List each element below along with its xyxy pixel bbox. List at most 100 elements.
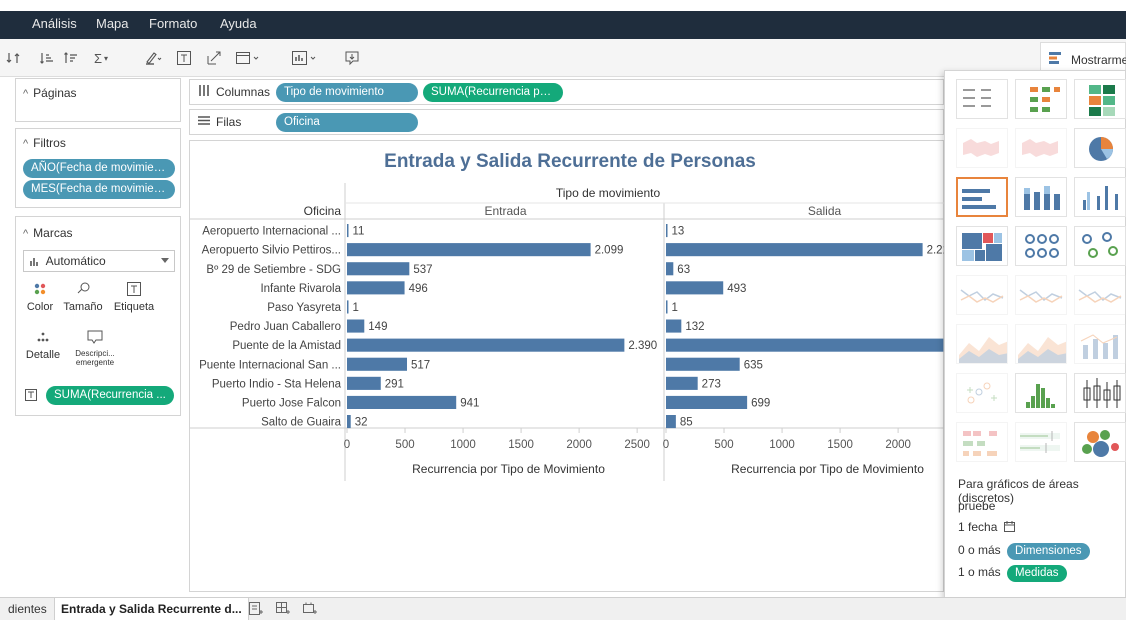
chart-type-scatter-plot[interactable] xyxy=(956,373,1008,413)
x-tick-label: 2500 xyxy=(624,439,650,451)
label-button[interactable]: Etiqueta xyxy=(112,279,156,323)
bar-entrada xyxy=(347,224,349,238)
x-tick-label: 2000 xyxy=(885,439,911,451)
chart-type-side-by-side-bars[interactable] xyxy=(1074,177,1126,217)
mark-type-label: Automático xyxy=(45,254,106,268)
bar-salida xyxy=(666,395,748,409)
filters-title[interactable]: Filtros xyxy=(23,136,66,150)
data-label: 11 xyxy=(353,226,365,238)
totals-button[interactable]: Σ ▾ xyxy=(86,47,116,69)
menu-mapa[interactable]: Mapa xyxy=(96,16,129,31)
chart-type-dual-line[interactable] xyxy=(1074,275,1126,315)
x-axis-title: Recurrencia por Tipo de Movimiento xyxy=(412,462,605,476)
swap-rows-columns-icon[interactable] xyxy=(4,47,22,69)
show-labels-icon[interactable] xyxy=(174,47,194,69)
share-icon[interactable] xyxy=(342,47,362,69)
tooltip-label: Descripci... emergente xyxy=(75,349,115,367)
data-label: 85 xyxy=(680,417,693,429)
bar-entrada xyxy=(347,376,381,390)
column-pill-movement-type[interactable]: Tipo de movimiento xyxy=(276,83,418,102)
chevron-down-icon xyxy=(161,258,169,263)
tooltip-icon xyxy=(74,327,116,347)
chart-type-pie-chart[interactable] xyxy=(1074,128,1126,168)
menu-formato[interactable]: Formato xyxy=(149,16,197,31)
chart-type-bullet-graph[interactable] xyxy=(1015,422,1067,462)
tab-active-sheet[interactable]: Entrada y Salida Recurrente d... xyxy=(54,598,249,620)
menu-analisis[interactable]: Análisis xyxy=(32,16,77,31)
tab-prev-sheet[interactable]: dientes xyxy=(8,602,47,616)
presentation-mode-button[interactable] xyxy=(288,47,322,69)
data-label: 13 xyxy=(672,226,685,238)
size-button[interactable]: Tamaño xyxy=(62,279,104,323)
marks-title[interactable]: Marcas xyxy=(23,226,72,240)
columns-icon xyxy=(198,85,210,99)
sort-ascending-icon[interactable] xyxy=(38,47,56,69)
menu-ayuda[interactable]: Ayuda xyxy=(220,16,257,31)
fix-axes-icon[interactable] xyxy=(204,47,224,69)
row-pill-office[interactable]: Oficina xyxy=(276,113,418,132)
sort-descending-icon[interactable] xyxy=(62,47,80,69)
series-header-salida: Salida xyxy=(808,204,842,218)
filter-pill-month[interactable]: MES(Fecha de movimien... xyxy=(23,180,175,199)
highlight-button[interactable] xyxy=(140,47,166,69)
chart-type-area-continuous[interactable] xyxy=(956,324,1009,364)
bar-salida xyxy=(666,338,944,352)
chart-type-filled-map[interactable] xyxy=(1015,128,1067,168)
data-label: 32 xyxy=(355,417,368,429)
chart-type-symbol-map[interactable] xyxy=(956,128,1008,168)
new-story-icon[interactable] xyxy=(303,602,317,619)
chart-type-area-discrete[interactable] xyxy=(1015,324,1068,364)
series-header-entrada: Entrada xyxy=(484,204,526,218)
columns-label-text: Columnas xyxy=(216,85,271,99)
rows-icon xyxy=(198,115,210,129)
data-label: 149 xyxy=(368,321,387,333)
chart-type-highlight-table[interactable] xyxy=(1074,79,1126,119)
chart-type-histogram[interactable] xyxy=(1015,373,1067,413)
bar-entrada xyxy=(347,300,349,314)
chart-type-text-table[interactable] xyxy=(956,79,1008,119)
chart-type-horizontal-bars[interactable] xyxy=(956,177,1008,217)
new-dashboard-icon[interactable] xyxy=(276,602,290,619)
chart-type-stacked-bars[interactable] xyxy=(1015,177,1067,217)
requirement-measures: 1 o más Medidas xyxy=(958,565,1067,582)
color-label: Color xyxy=(26,301,54,313)
column-header: Tipo de movimiento xyxy=(556,186,661,200)
data-label: 291 xyxy=(385,378,404,390)
mark-pill-sum[interactable]: SUMA(Recurrencia ... xyxy=(46,386,174,405)
bar-salida xyxy=(666,415,676,429)
office-label: Aeropuerto Silvio Pettiros... xyxy=(202,245,341,257)
chart-type-treemap[interactable] xyxy=(956,226,1008,266)
data-label: 1 xyxy=(353,302,359,314)
rows-label-text: Filas xyxy=(216,115,242,129)
data-label: 517 xyxy=(411,359,430,371)
x-tick-label: 1500 xyxy=(827,439,853,451)
rows-shelf-label: Filas xyxy=(198,115,241,129)
pages-title[interactable]: Páginas xyxy=(23,86,76,100)
chart-type-dual-combination[interactable] xyxy=(1074,324,1126,364)
detail-button[interactable]: Detalle xyxy=(23,327,63,371)
chart-type-circle-view[interactable] xyxy=(1015,226,1067,266)
chart-type-heat-map[interactable] xyxy=(1015,79,1067,119)
x-tick-label: 500 xyxy=(395,439,414,451)
chart-type-box-and-whisker[interactable] xyxy=(1074,373,1126,413)
column-pill-sum[interactable]: SUMA(Recurrencia po... xyxy=(423,83,563,102)
label-label: Etiqueta xyxy=(113,301,155,313)
color-button[interactable]: Color xyxy=(23,279,57,323)
filter-pill-year[interactable]: AÑO(Fecha de movimien... xyxy=(23,159,175,178)
chart-type-gantt-chart[interactable] xyxy=(956,422,1008,462)
requirement-dimensions: 0 o más Dimensiones xyxy=(958,543,1090,560)
fit-view-button[interactable] xyxy=(232,47,264,69)
bar-entrada xyxy=(347,415,351,429)
chart-type-side-by-side-circles[interactable] xyxy=(1074,226,1126,266)
chart-type-line-continuous[interactable] xyxy=(956,275,1008,315)
show-me-icon xyxy=(1049,52,1063,67)
mark-type-dropdown[interactable]: Automático xyxy=(23,250,175,272)
data-label: 2.211 xyxy=(927,245,945,257)
data-label: 537 xyxy=(413,264,432,276)
chart-type-packed-bubbles[interactable] xyxy=(1074,422,1126,462)
new-worksheet-icon[interactable] xyxy=(249,602,263,619)
tooltip-button[interactable]: Descripci... emergente xyxy=(74,327,116,371)
requirement-measures-prefix: 1 o más xyxy=(958,565,1001,579)
x-tick-label: 0 xyxy=(344,439,350,451)
chart-type-line-discrete[interactable] xyxy=(1015,275,1067,315)
